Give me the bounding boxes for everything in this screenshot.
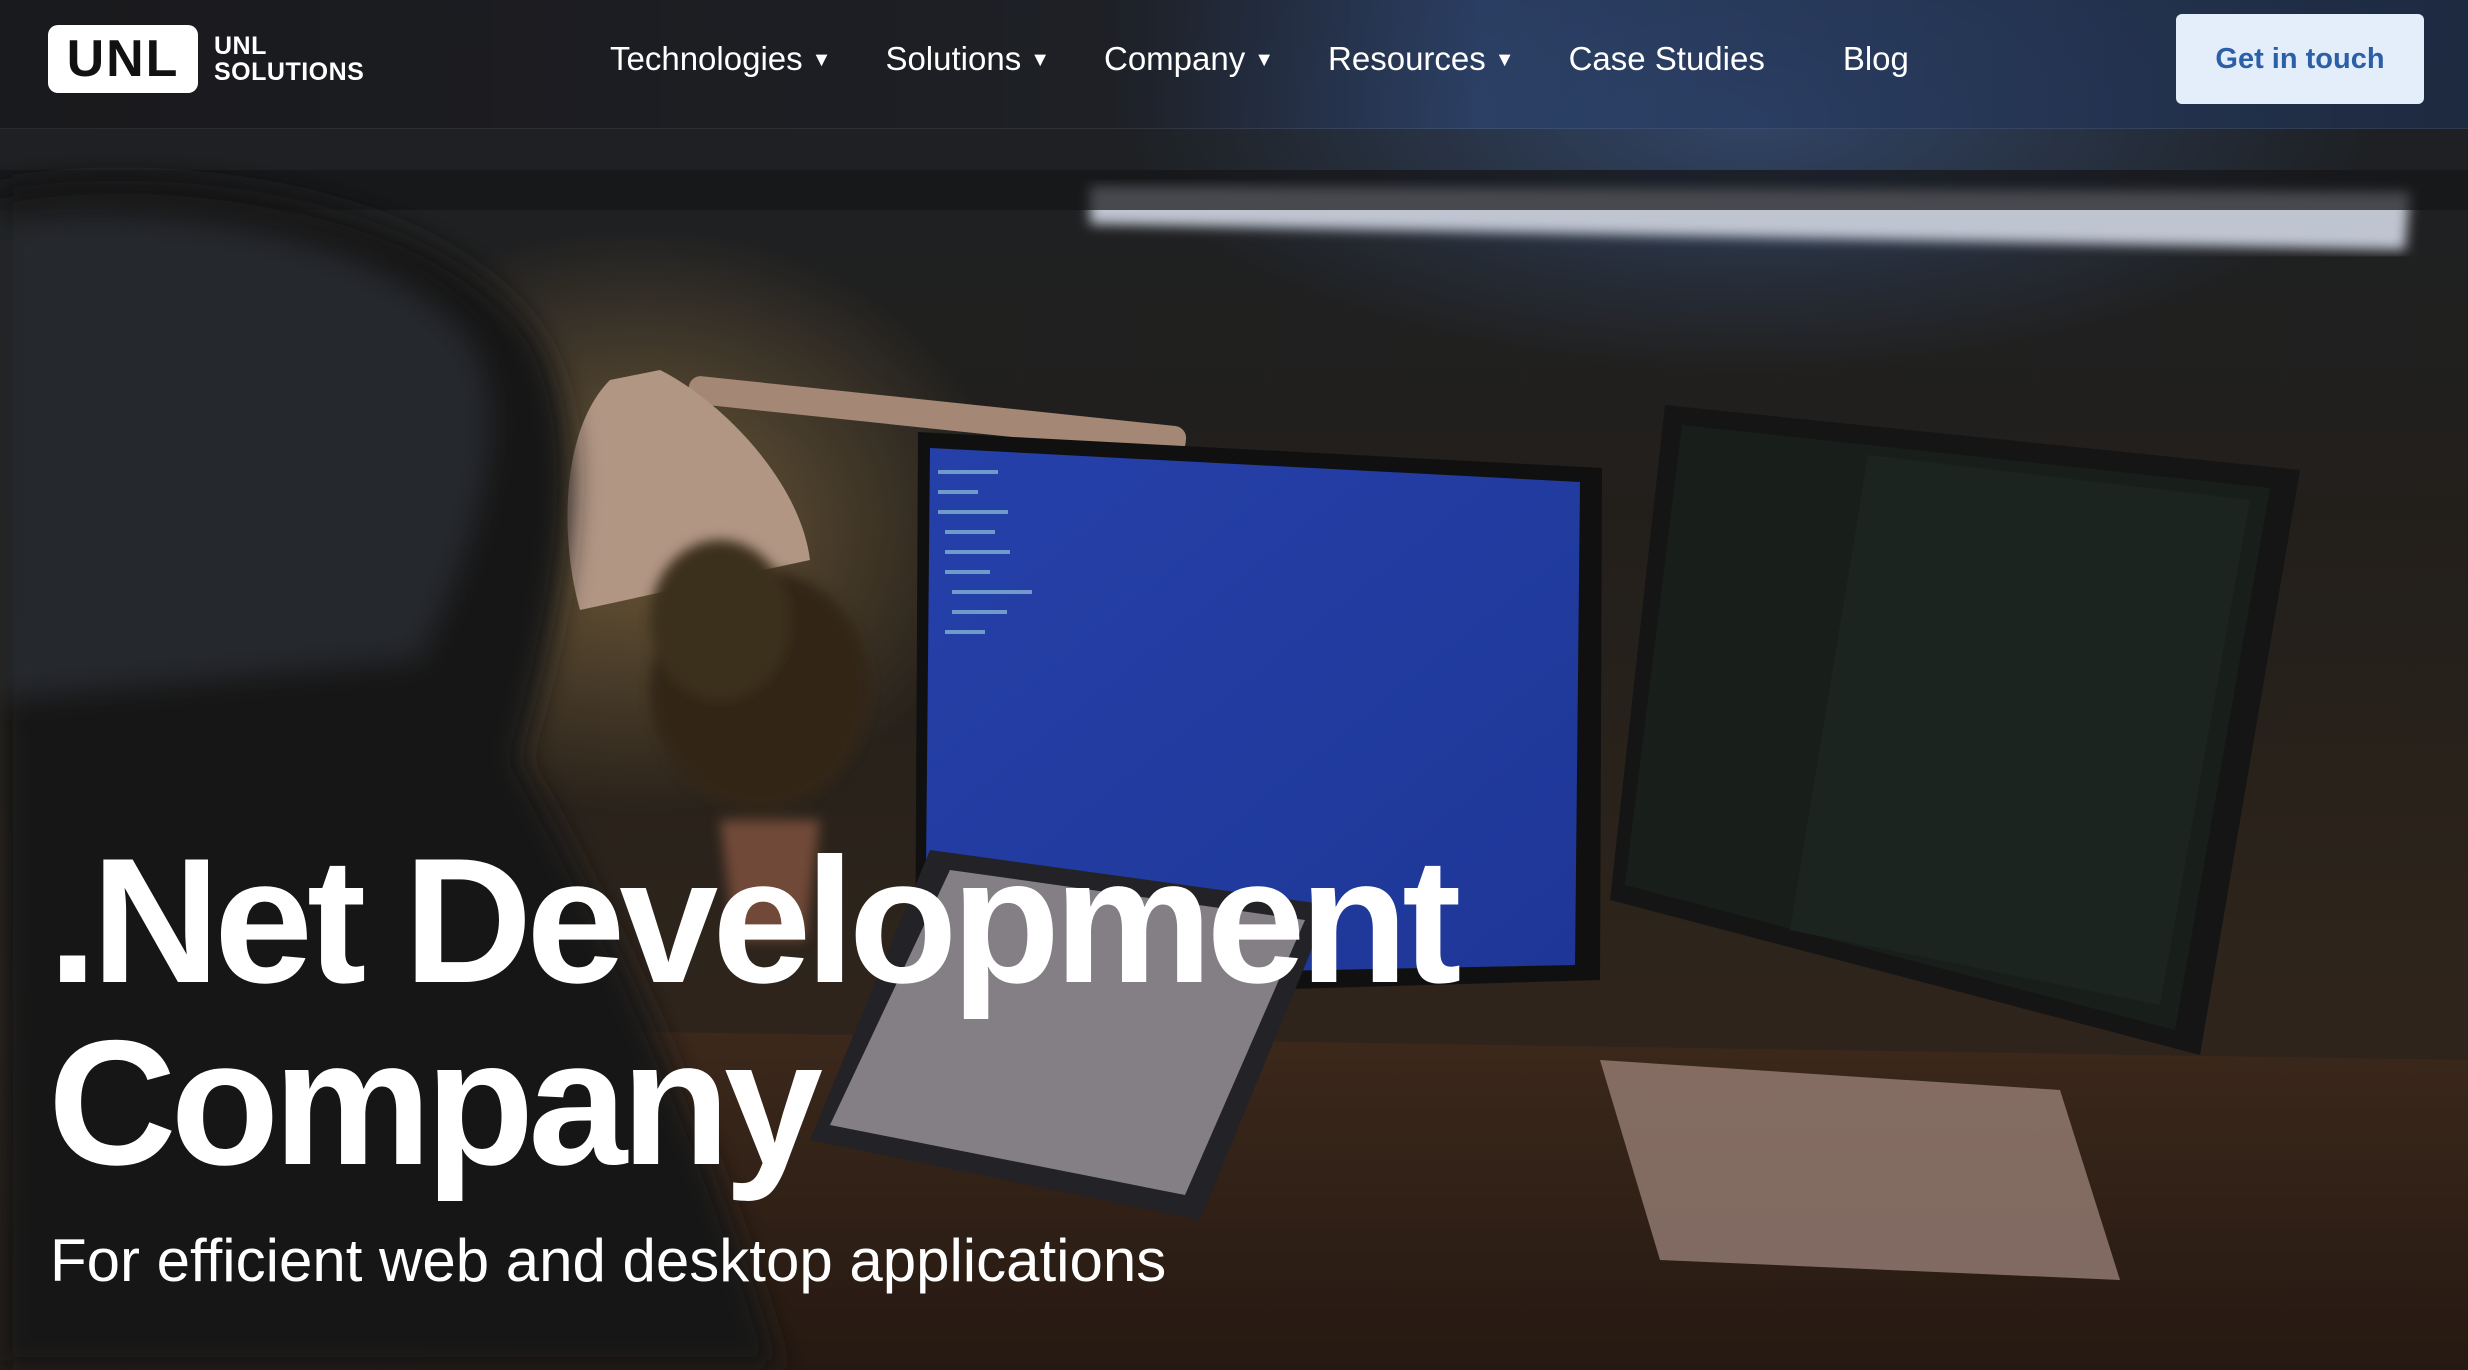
logo-wordmark-line2: SOLUTIONS [214, 58, 365, 86]
logo-wordmark: UNL SOLUTIONS [214, 33, 364, 85]
hero-title: .Net Development Company [48, 821, 1461, 1202]
nav-item-technologies[interactable]: Technologies ▼ [610, 40, 831, 78]
main-menu: Technologies ▼ Solutions ▼ Company ▼ Res… [610, 0, 1987, 118]
nav-item-label: Company [1104, 40, 1246, 77]
nav-item-label: Solutions [885, 40, 1022, 77]
get-in-touch-button[interactable]: Get in touch [2176, 14, 2424, 104]
brand-logo[interactable]: UNL UNL SOLUTIONS [48, 24, 364, 94]
nav-item-label: Resources [1328, 40, 1486, 77]
nav-item-blog[interactable]: Blog [1843, 40, 1909, 78]
caret-down-icon: ▼ [1494, 48, 1515, 71]
nav-item-case-studies[interactable]: Case Studies [1569, 40, 1765, 78]
logo-mark: UNL [48, 25, 198, 93]
logo-wordmark-line1: UNL [214, 32, 267, 60]
nav-item-label: Blog [1842, 40, 1909, 77]
hero-title-line1: .Net Development [48, 821, 1461, 1020]
nav-item-label: Technologies [610, 40, 803, 77]
nav-item-company[interactable]: Company ▼ [1104, 40, 1274, 78]
caret-down-icon: ▼ [1254, 48, 1275, 71]
top-navigation-bar: UNL UNL SOLUTIONS Technologies ▼ Solutio… [0, 0, 2468, 129]
nav-item-resources[interactable]: Resources ▼ [1328, 40, 1515, 78]
caret-down-icon: ▼ [1030, 48, 1050, 71]
hero-title-line2: Company [48, 1003, 823, 1202]
hero-subtitle: For efficient web and desktop applicatio… [50, 1227, 1167, 1294]
nav-item-label: Case Studies [1568, 40, 1765, 77]
caret-down-icon: ▼ [811, 48, 832, 71]
nav-item-solutions[interactable]: Solutions ▼ [885, 40, 1050, 78]
